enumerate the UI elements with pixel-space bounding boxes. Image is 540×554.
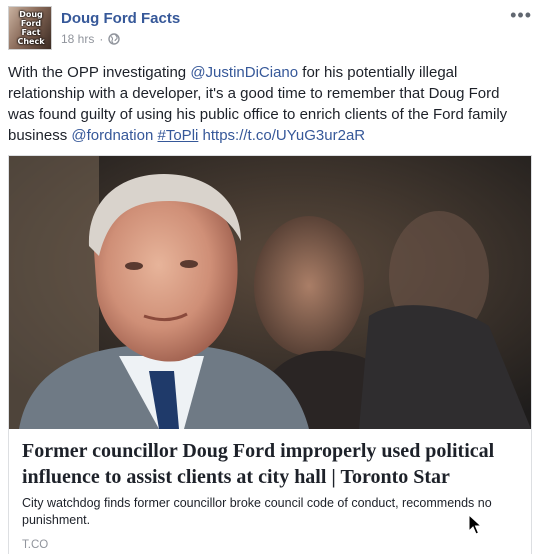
more-options-icon[interactable]: ••• (510, 6, 532, 24)
avatar-line: Ford (20, 19, 42, 28)
post-meta: 18 hrs · (61, 32, 121, 46)
post-timestamp[interactable]: 18 hrs (61, 32, 94, 46)
url-link[interactable]: https://t.co/UYuG3ur2aR (203, 127, 366, 144)
avatar-label: Doug Ford Fact Check (9, 10, 51, 46)
link-preview-domain: T.CO (22, 539, 49, 551)
link-preview-card[interactable]: Former councillor Doug Ford improperly u… (8, 155, 532, 554)
mouse-cursor-icon (468, 514, 482, 535)
preview-photo (9, 156, 531, 429)
link-preview-image[interactable] (9, 156, 531, 429)
page-avatar[interactable]: Doug Ford Fact Check (8, 6, 52, 50)
mention-justindiciano[interactable]: @JustinDiCiano (190, 64, 298, 81)
post-body: With the OPP investigating @JustinDiCian… (8, 62, 528, 146)
link-preview-description: City watchdog finds former councillor br… (22, 496, 492, 527)
meta-separator: · (99, 32, 104, 46)
mention-fordnation[interactable]: @fordnation (71, 127, 153, 144)
avatar-line: Fact (21, 28, 41, 37)
link-preview-text[interactable]: Former councillor Doug Ford improperly u… (22, 438, 522, 551)
facebook-post: Doug Ford Fact Check Doug Ford Facts 18 … (0, 0, 540, 554)
link-preview-title[interactable]: Former councillor Doug Ford improperly u… (22, 438, 522, 490)
globe-icon[interactable] (108, 33, 121, 45)
hashtag-link[interactable]: #ToPli (158, 127, 199, 144)
page-name-link[interactable]: Doug Ford Facts (61, 10, 180, 27)
post-header: Doug Ford Fact Check Doug Ford Facts 18 … (8, 6, 532, 52)
avatar-line: Doug (19, 10, 43, 19)
body-text-part: With the OPP investigating (8, 64, 191, 81)
avatar-line: Check (17, 37, 45, 46)
